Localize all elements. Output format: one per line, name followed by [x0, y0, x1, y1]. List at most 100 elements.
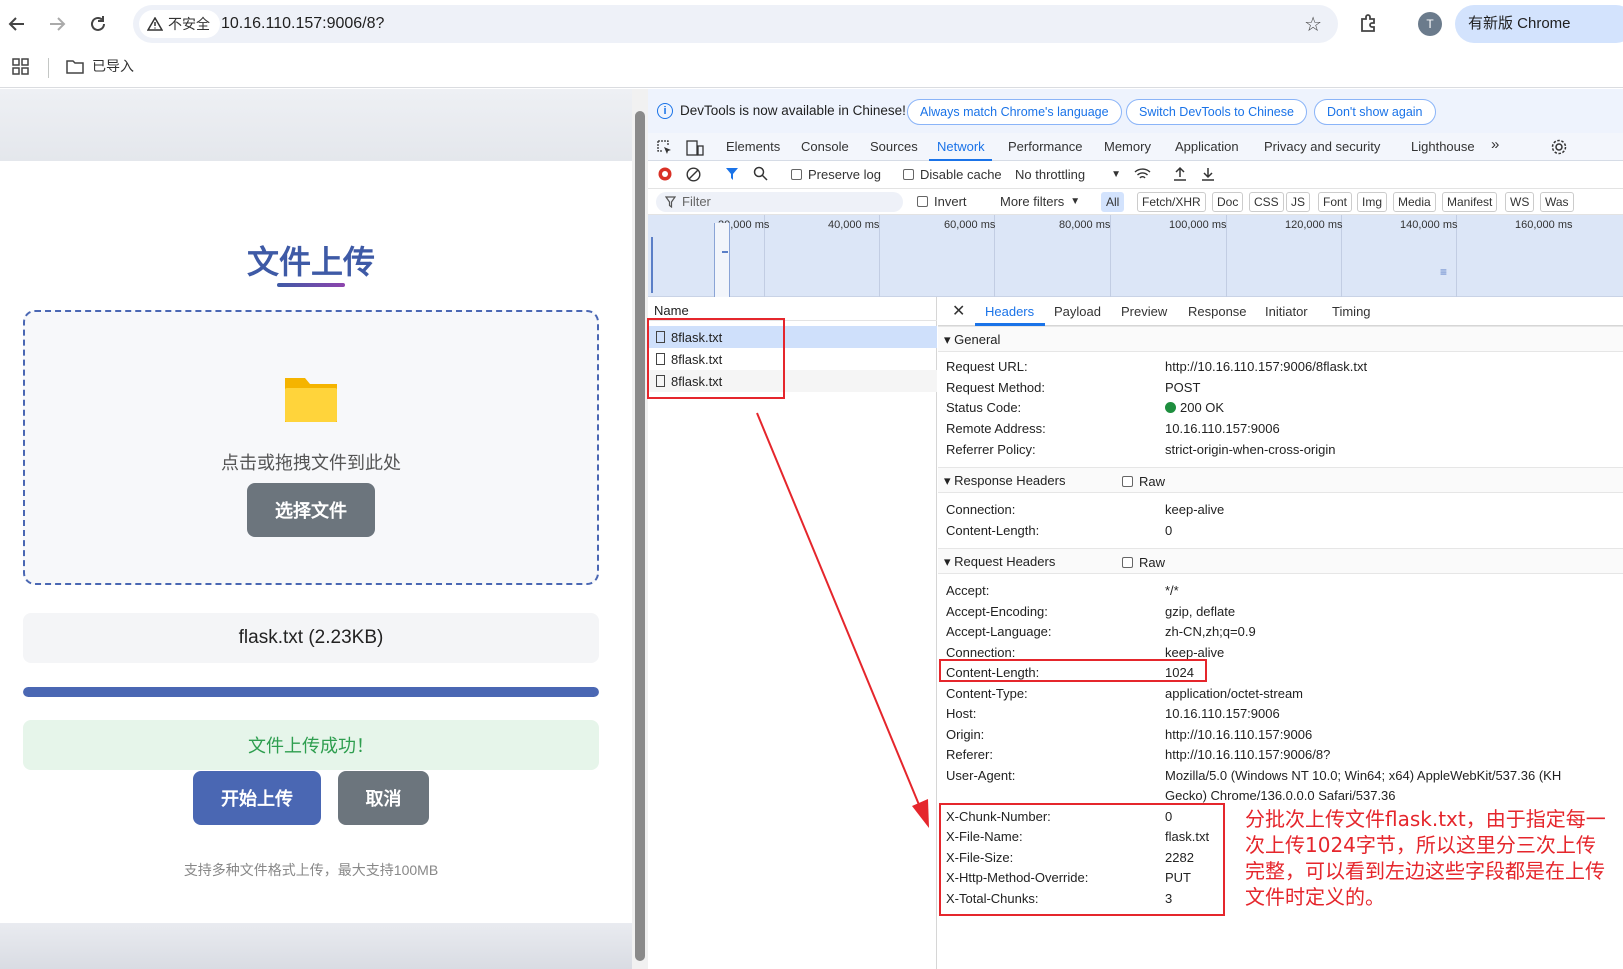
close-icon[interactable]: ✕: [952, 301, 965, 321]
tab-headers[interactable]: Headers: [985, 304, 1034, 319]
throttling-select[interactable]: No throttling ▼: [1015, 167, 1121, 182]
timeline-selection[interactable]: [714, 223, 730, 297]
tab-elements[interactable]: Elements: [726, 139, 780, 154]
checkbox[interactable]: [791, 169, 802, 180]
tab-memory[interactable]: Memory: [1104, 139, 1151, 154]
page-scroll-thumb[interactable]: [635, 111, 645, 961]
header-value[interactable]: 0: [1165, 523, 1172, 538]
checkbox[interactable]: [1122, 557, 1133, 568]
tab-privacy-security[interactable]: Privacy and security: [1264, 139, 1380, 154]
security-chip[interactable]: 不安全: [139, 10, 220, 38]
tab-console[interactable]: Console: [801, 139, 849, 154]
import-har-icon[interactable]: [1173, 166, 1187, 182]
filter-type-doc[interactable]: Doc: [1212, 192, 1244, 212]
filter-type-ws[interactable]: WS: [1505, 192, 1535, 212]
header-value[interactable]: */*: [1165, 583, 1179, 598]
clear-icon[interactable]: [686, 167, 701, 182]
extensions-icon[interactable]: [1358, 12, 1382, 36]
more-filters-dropdown[interactable]: More filters ▼: [1000, 194, 1080, 209]
header-value[interactable]: gzip, deflate: [1165, 604, 1235, 619]
page-scrollbar[interactable]: [632, 89, 648, 969]
more-tabs-chevron-icon[interactable]: »: [1491, 136, 1499, 153]
header-value[interactable]: strict-origin-when-cross-origin: [1165, 442, 1336, 457]
file-dropzone[interactable]: [23, 310, 599, 585]
filter-type-media[interactable]: Media: [1393, 192, 1436, 212]
filter-type-wasm[interactable]: Was: [1540, 192, 1574, 212]
filter-type-img[interactable]: Img: [1357, 192, 1388, 212]
switch-chinese-button[interactable]: Switch DevTools to Chinese: [1126, 99, 1307, 125]
tab-lighthouse[interactable]: Lighthouse: [1411, 139, 1475, 154]
forward-button[interactable]: [45, 12, 69, 36]
network-conditions-icon[interactable]: [1134, 167, 1151, 181]
tab-performance[interactable]: Performance: [1008, 139, 1082, 154]
tab-application[interactable]: Application: [1175, 139, 1239, 154]
banner-text: DevTools is now available in Chinese!: [680, 103, 906, 118]
export-har-icon[interactable]: [1201, 166, 1215, 182]
dont-show-again-button[interactable]: Don't show again: [1314, 99, 1436, 125]
search-icon[interactable]: [753, 166, 768, 181]
tab-timing[interactable]: Timing: [1332, 304, 1371, 319]
header-value[interactable]: Mozilla/5.0 (Windows NT 10.0; Win64; x64…: [1165, 768, 1561, 783]
tab-initiator[interactable]: Initiator: [1265, 304, 1308, 319]
filter-type-font[interactable]: Font: [1318, 192, 1353, 212]
apps-grid-icon[interactable]: [12, 58, 29, 75]
reload-button[interactable]: [86, 12, 110, 36]
bookmark-folder[interactable]: 已导入: [66, 56, 134, 76]
header-value[interactable]: 200 OK: [1165, 400, 1224, 415]
preserve-log-checkbox[interactable]: Preserve log: [791, 167, 881, 182]
network-overview-timeline[interactable]: 20,000 ms 40,000 ms 60,000 ms 80,000 ms …: [648, 215, 1623, 297]
header-value[interactable]: zh-CN,zh;q=0.9: [1165, 624, 1256, 639]
tab-payload[interactable]: Payload: [1054, 304, 1101, 319]
filter-type-fetch-xhr[interactable]: Fetch/XHR: [1137, 192, 1206, 212]
record-stop-icon[interactable]: [658, 167, 672, 181]
header-value[interactable]: http://10.16.110.157:9006/8flask.txt: [1165, 359, 1367, 374]
filter-type-js[interactable]: JS: [1286, 192, 1311, 212]
header-value[interactable]: 10.16.110.157:9006: [1165, 421, 1280, 436]
section-title: General: [954, 332, 1001, 347]
tab-network[interactable]: Network: [937, 139, 985, 154]
raw-toggle[interactable]: Raw: [1122, 555, 1165, 570]
response-headers-section-header[interactable]: ▾ Response Headers Raw: [938, 467, 1623, 493]
checkbox[interactable]: [903, 169, 914, 180]
address-bar[interactable]: 不安全 10.16.110.157:9006/8? ☆: [133, 5, 1338, 43]
header-value[interactable]: keep-alive: [1165, 502, 1224, 517]
header-key: Referer:: [946, 747, 993, 762]
disable-cache-checkbox[interactable]: Disable cache: [903, 167, 1002, 182]
profile-avatar[interactable]: T: [1418, 12, 1442, 36]
general-section-header[interactable]: ▾ General: [938, 326, 1623, 352]
filter-input[interactable]: Filter: [656, 192, 903, 212]
header-value[interactable]: POST: [1165, 380, 1200, 395]
update-chrome-button[interactable]: 有新版 Chrome: [1455, 5, 1623, 43]
gear-icon[interactable]: [1551, 139, 1567, 155]
raw-toggle[interactable]: Raw: [1122, 474, 1165, 489]
header-value[interactable]: 10.16.110.157:9006: [1165, 706, 1280, 721]
cancel-button[interactable]: 取消: [338, 771, 429, 825]
header-value[interactable]: keep-alive: [1165, 645, 1224, 660]
inspect-element-icon[interactable]: [657, 140, 673, 156]
checkbox[interactable]: [1122, 476, 1133, 487]
triangle-down-icon: ▾: [944, 554, 951, 569]
header-value[interactable]: Gecko) Chrome/136.0.0.0 Safari/537.36: [1165, 788, 1396, 803]
tab-response[interactable]: Response: [1188, 304, 1247, 319]
url-text[interactable]: 10.16.110.157:9006/8?: [221, 15, 384, 33]
match-language-button[interactable]: Always match Chrome's language: [907, 99, 1122, 125]
header-value[interactable]: application/octet-stream: [1165, 686, 1303, 701]
header-value[interactable]: http://10.16.110.157:9006/8?: [1165, 747, 1330, 762]
filter-funnel-icon[interactable]: [725, 167, 739, 181]
choose-file-button[interactable]: 选择文件: [247, 483, 375, 537]
tab-preview[interactable]: Preview: [1121, 304, 1167, 319]
upload-progress-fill: [23, 687, 599, 697]
filter-type-css[interactable]: CSS: [1249, 192, 1284, 212]
device-toolbar-icon[interactable]: [686, 140, 704, 156]
back-button[interactable]: [5, 12, 29, 36]
bookmark-star-icon[interactable]: ☆: [1304, 12, 1322, 37]
start-upload-button[interactable]: 开始上传: [193, 771, 321, 825]
filter-type-all[interactable]: All: [1101, 192, 1125, 212]
checkbox[interactable]: [917, 196, 928, 207]
request-headers-section-header[interactable]: ▾ Request Headers Raw: [938, 548, 1623, 574]
filter-type-manifest[interactable]: Manifest: [1442, 192, 1498, 212]
invert-checkbox[interactable]: Invert: [917, 194, 967, 209]
header-key: Remote Address:: [946, 421, 1046, 437]
header-value[interactable]: http://10.16.110.157:9006: [1165, 727, 1312, 742]
tab-sources[interactable]: Sources: [870, 139, 918, 154]
